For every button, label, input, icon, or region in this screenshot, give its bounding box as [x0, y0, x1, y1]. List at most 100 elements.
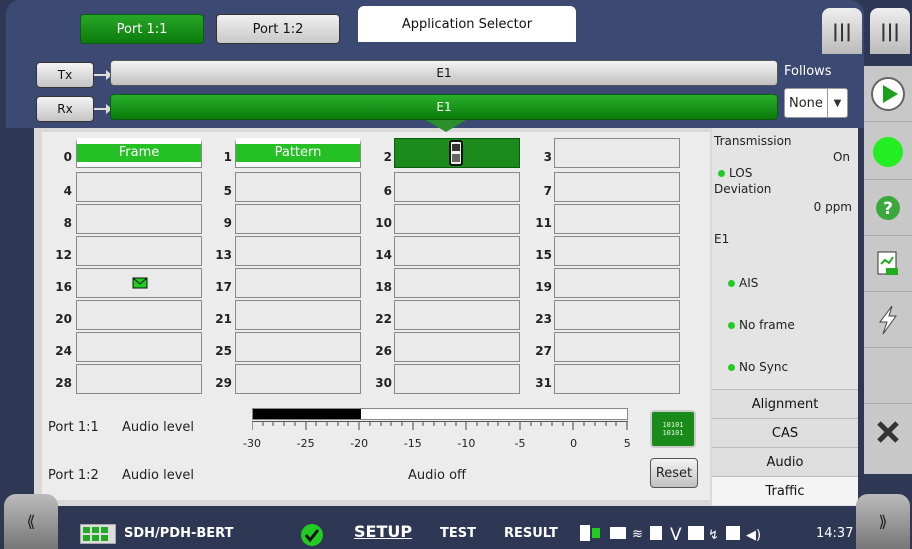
help-button[interactable]: ?: [864, 180, 912, 236]
tab-label: Alignment: [751, 396, 819, 412]
alarm-label: AIS: [739, 276, 759, 290]
alarm-no-frame: No frame: [728, 318, 795, 332]
timeslot-cell[interactable]: [235, 300, 361, 330]
timeslot-number: 9: [223, 216, 232, 230]
app-window: Port 1:1 Port 1:2 Application Selector |…: [0, 0, 912, 549]
follows-select[interactable]: None ▼: [784, 88, 848, 118]
timeslot-cell[interactable]: [76, 268, 202, 298]
tab-audio[interactable]: Audio: [712, 447, 858, 476]
tab-alignment[interactable]: Alignment: [712, 389, 858, 418]
timeslot-cell[interactable]: [394, 172, 520, 202]
audio-level-label: Audio level: [122, 420, 194, 435]
report-button[interactable]: [864, 236, 912, 292]
timeslot-number: 16: [55, 280, 72, 294]
tab-cas[interactable]: CAS: [712, 418, 858, 447]
timeslot-cell[interactable]: [235, 204, 361, 234]
battery-icon: [580, 525, 590, 541]
timeslot-cell[interactable]: [394, 268, 520, 298]
timeslot-cell[interactable]: [76, 300, 202, 330]
wifi-icon: ≋: [632, 527, 643, 542]
timeslot-number: 2: [383, 150, 392, 164]
timeslot-cell[interactable]: [554, 172, 680, 202]
scale-label: -5: [514, 437, 526, 450]
power-plug-icon: [592, 528, 600, 538]
right-nav-button[interactable]: ⟫: [856, 494, 910, 549]
tab-port-1-1[interactable]: Port 1:1: [80, 14, 204, 44]
timeslot-cell[interactable]: [394, 300, 520, 330]
timeslot-number: 22: [375, 312, 392, 326]
timeslot-cell[interactable]: [554, 332, 680, 362]
timeslot-cell[interactable]: [554, 300, 680, 330]
timeslot-cell[interactable]: [76, 364, 202, 394]
start-button[interactable]: [864, 66, 912, 122]
timeslot-cell[interactable]: [554, 204, 680, 234]
timeslot-cell[interactable]: [235, 268, 361, 298]
monitor-icon: [726, 526, 740, 540]
nav-result[interactable]: RESULT: [504, 526, 558, 541]
panel-tab-handle-2[interactable]: |||: [870, 8, 910, 54]
timeslot-number: 10: [375, 216, 392, 230]
timeslot-number: 5: [223, 184, 232, 198]
timeslot-cell[interactable]: [554, 268, 680, 298]
terminal-icon: [688, 526, 704, 540]
los-label: LOS: [729, 166, 753, 180]
timeslot-cell[interactable]: [394, 332, 520, 362]
timeslot-cell[interactable]: [235, 236, 361, 266]
close-button[interactable]: [864, 404, 912, 460]
timeslot-cell[interactable]: [394, 236, 520, 266]
timeslot-cell[interactable]: [554, 364, 680, 394]
scale-label: -15: [403, 437, 422, 450]
tab-port-1-2[interactable]: Port 1:2: [216, 14, 340, 44]
port-1-2-label: Port 1:2: [48, 468, 99, 483]
timeslot-cell[interactable]: Pattern: [235, 138, 361, 168]
nav-setup[interactable]: SETUP: [354, 522, 412, 541]
system-tray: ≋ V ↯ ◀): [580, 525, 761, 544]
left-nav-button[interactable]: ⟪: [4, 494, 58, 549]
help-icon: ?: [876, 195, 900, 220]
scale-label: -25: [296, 437, 315, 450]
timeslot-number: 18: [375, 280, 392, 294]
binary-pattern-button[interactable]: 10101 10101: [650, 410, 696, 448]
rx-signal-bar[interactable]: E1: [110, 94, 778, 120]
timeslot-number: 4: [63, 184, 72, 198]
audio-off-label: Audio off: [408, 468, 466, 483]
timeslot-number: 8: [63, 216, 72, 230]
inject-button[interactable]: [864, 292, 912, 348]
timeslot-cell[interactable]: [76, 204, 202, 234]
alarm-label: No frame: [739, 318, 795, 332]
tx-button[interactable]: Tx: [36, 62, 94, 88]
timeslot-cell[interactable]: [554, 138, 680, 168]
scale-label: -10: [457, 437, 476, 450]
timeslot-cell[interactable]: [554, 236, 680, 266]
chevrons-left-icon: ⟪: [26, 512, 36, 531]
grip-icon: |||: [832, 20, 852, 42]
timeslot-cell[interactable]: [235, 172, 361, 202]
panel-tab-handle[interactable]: |||: [822, 8, 862, 54]
arrow-icon: [94, 104, 112, 114]
nav-test[interactable]: TEST: [440, 526, 476, 541]
selection-notch: [426, 120, 466, 132]
timeslot-cell[interactable]: [394, 364, 520, 394]
deviation-value: 0 ppm: [813, 200, 852, 214]
tx-signal-bar[interactable]: E1: [110, 60, 778, 86]
led-icon: [718, 170, 725, 177]
timeslot-cell[interactable]: [394, 204, 520, 234]
reset-button[interactable]: Reset: [650, 458, 698, 488]
timeslot-cell[interactable]: [394, 138, 520, 168]
audio-scale: [252, 421, 628, 431]
status-led-button[interactable]: [864, 124, 912, 180]
timeslot-cell[interactable]: [76, 236, 202, 266]
device-icon: [610, 527, 626, 539]
timeslot-number: 13: [215, 248, 232, 262]
timeslot-cell[interactable]: Frame: [76, 138, 202, 168]
chevrons-right-icon: ⟫: [878, 512, 888, 531]
timeslot-cell[interactable]: [76, 332, 202, 362]
timeslot-cell[interactable]: [235, 364, 361, 394]
pattern-label: Pattern: [236, 144, 360, 162]
tab-traffic[interactable]: Traffic: [712, 476, 858, 505]
audio-level-fill: [253, 409, 362, 419]
timeslot-cell[interactable]: [76, 172, 202, 202]
timeslot-cell[interactable]: [235, 332, 361, 362]
application-selector-tab[interactable]: Application Selector: [358, 6, 576, 42]
rx-button[interactable]: Rx: [36, 96, 94, 122]
